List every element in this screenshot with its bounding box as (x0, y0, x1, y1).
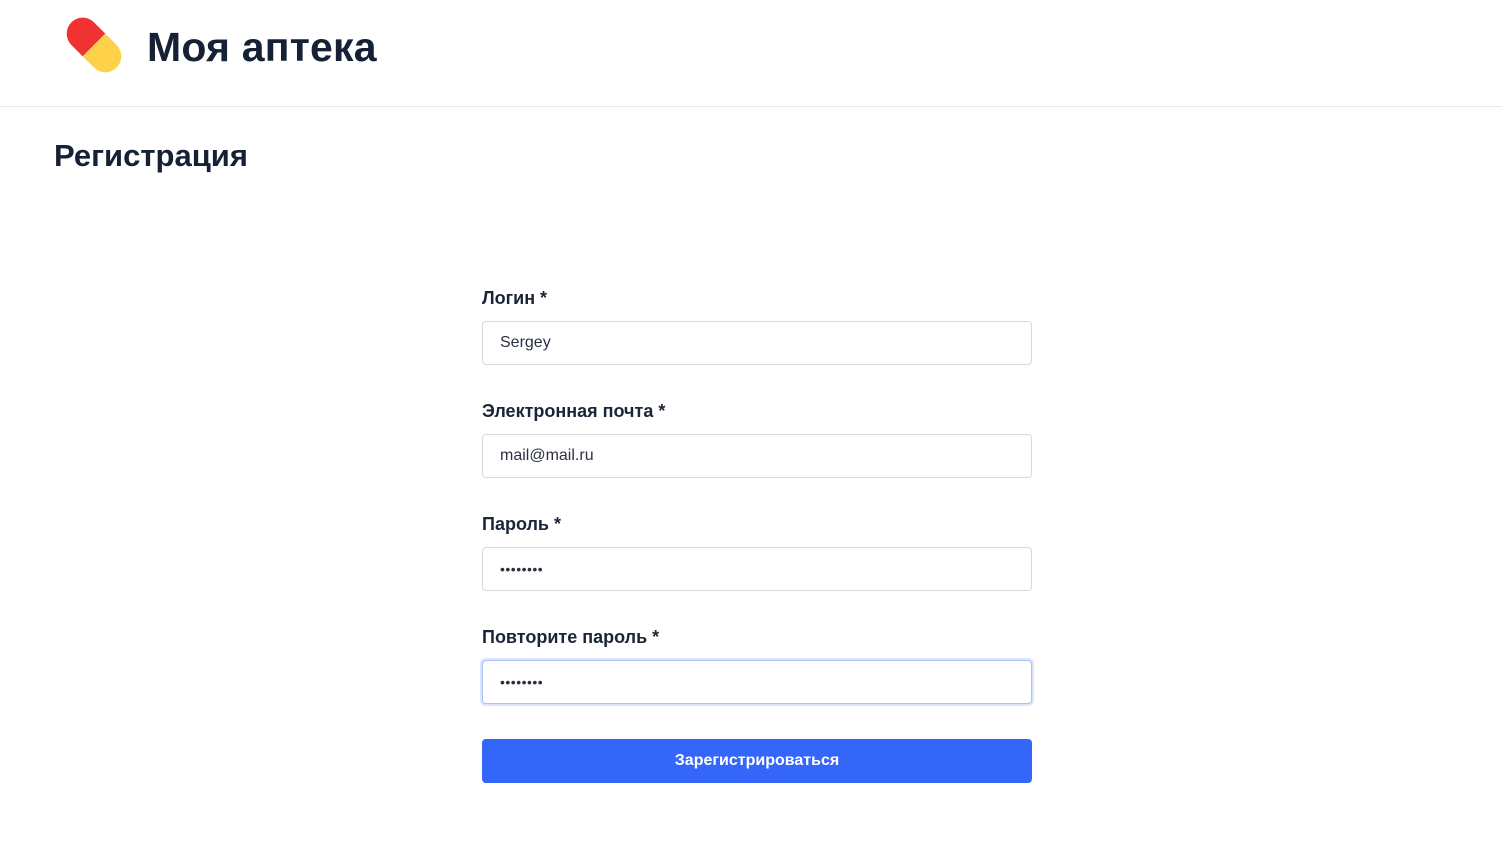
register-button[interactable]: Зарегистрироваться (482, 739, 1032, 783)
password-repeat-input[interactable] (482, 660, 1032, 704)
pill-icon (66, 17, 122, 73)
password-field-group: Пароль * (482, 512, 1032, 625)
registration-form: Логин * Электронная почта * Пароль * Пов… (482, 286, 1032, 783)
login-field-group: Логин * (482, 286, 1032, 399)
home-logo-link[interactable]: Моя аптека (56, 8, 377, 82)
email-input[interactable] (482, 434, 1032, 478)
login-input[interactable] (482, 321, 1032, 365)
login-label: Логин * (482, 288, 548, 308)
password-input[interactable] (482, 547, 1032, 591)
site-header: Моя аптека (0, 0, 1502, 107)
password-repeat-label: Повторите пароль * (482, 627, 660, 647)
password-repeat-field-group: Повторите пароль * (482, 625, 1032, 738)
email-label: Электронная почта * (482, 401, 666, 421)
email-field-group: Электронная почта * (482, 399, 1032, 512)
page-title: Регистрация (54, 138, 248, 173)
app-title: Моя аптека (147, 23, 377, 70)
password-label: Пароль * (482, 514, 561, 534)
submit-wrap: Зарегистрироваться (482, 738, 1032, 783)
